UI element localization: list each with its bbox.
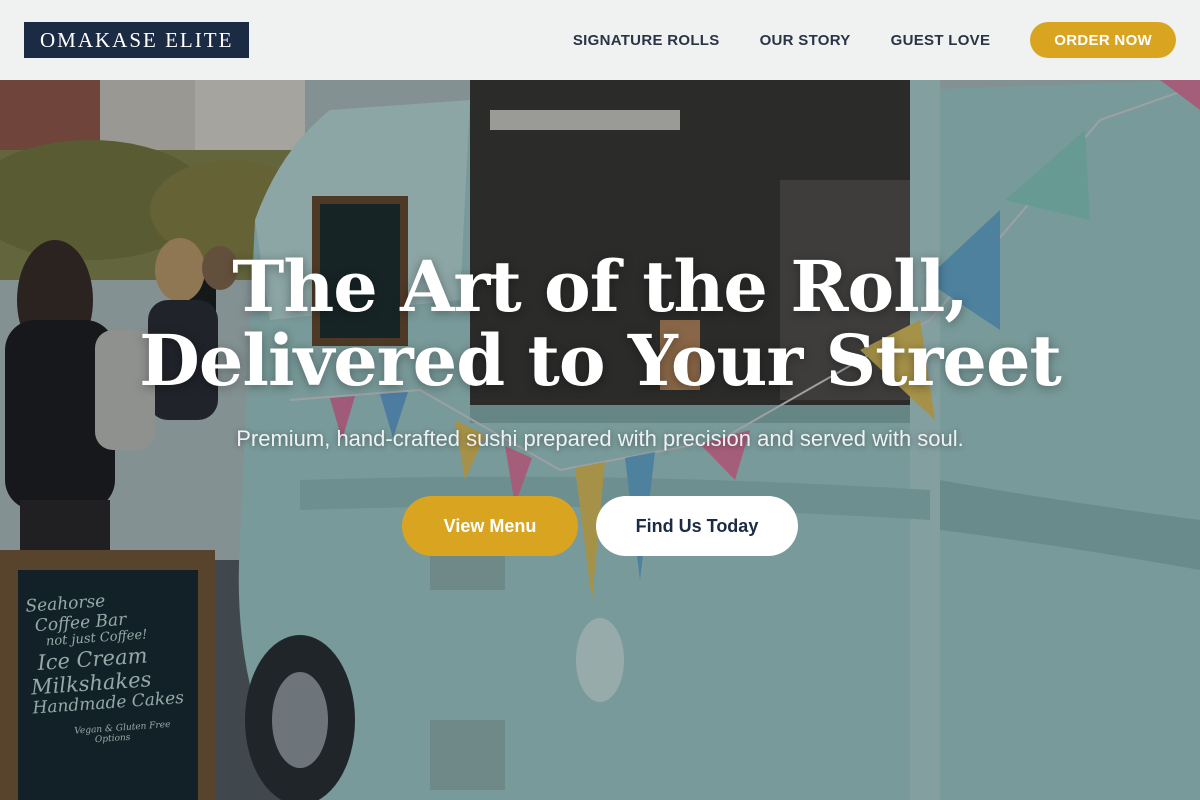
nav-link-our-story[interactable]: OUR STORY — [760, 32, 851, 49]
hero-title-line: Delivered to Your Street — [139, 319, 1062, 402]
main-nav: SIGNATURE ROLLS OUR STORY GUEST LOVE ORD… — [573, 22, 1176, 58]
hero-title-line: The Art of the Roll, — [232, 245, 969, 328]
nav-link-guest-love[interactable]: GUEST LOVE — [891, 32, 991, 49]
site-header: OMAKASE ELITE SIGNATURE ROLLS OUR STORY … — [0, 0, 1200, 80]
cta-row: View Menu Find Us Today — [0, 496, 1200, 556]
order-now-button[interactable]: ORDER NOW — [1030, 22, 1176, 58]
nav-link-signature-rolls[interactable]: SIGNATURE ROLLS — [573, 32, 720, 49]
hero-subtitle: Premium, hand-crafted sushi prepared wit… — [236, 426, 964, 451]
view-menu-button[interactable]: View Menu — [402, 496, 578, 556]
hero-title: The Art of the Roll, Delivered to Your S… — [0, 250, 1200, 398]
brand-logo[interactable]: OMAKASE ELITE — [24, 22, 250, 58]
hero-content: The Art of the Roll, Delivered to Your S… — [0, 250, 1200, 556]
find-us-button[interactable]: Find Us Today — [596, 496, 798, 556]
